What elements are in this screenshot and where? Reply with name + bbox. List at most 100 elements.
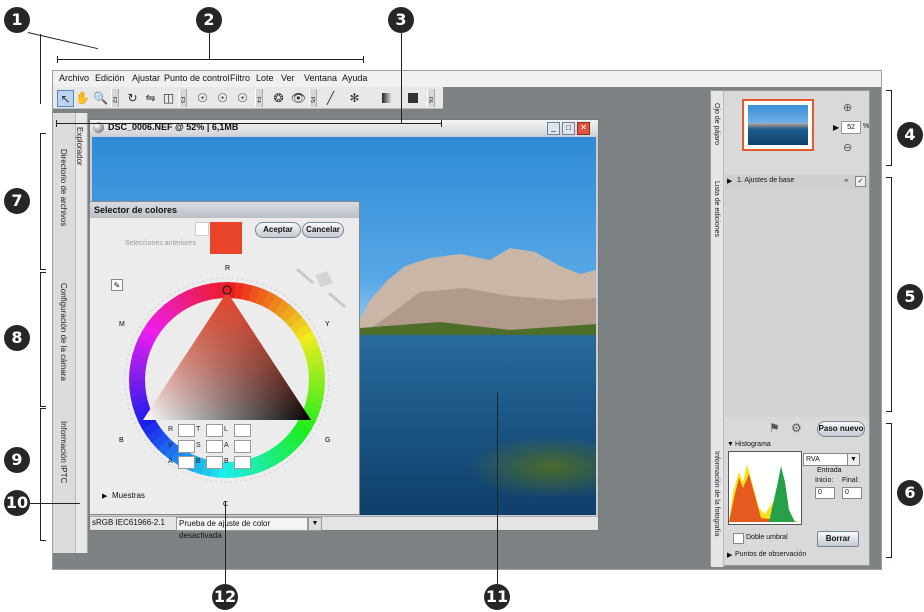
field-v[interactable] <box>178 440 195 453</box>
inicio-field[interactable]: 0 <box>815 487 835 499</box>
color-profile-label: sRGB IEC61966-2.1 <box>92 518 165 527</box>
field-b[interactable] <box>206 456 223 469</box>
threshold-checkbox[interactable] <box>733 533 744 544</box>
straighten-icon[interactable]: ⇋ <box>143 90 158 105</box>
chevron-down-icon[interactable]: ▼ <box>847 453 860 466</box>
field-s[interactable] <box>206 440 223 453</box>
hand-icon[interactable]: ✋ <box>75 90 90 105</box>
hue-segment <box>129 378 146 389</box>
zoom-in-icon[interactable]: ⊕ <box>843 101 852 114</box>
lasso-icon[interactable]: ✻ <box>347 90 362 105</box>
softproof-dropdown[interactable]: Prueba de ajuste de color desactivada <box>176 517 308 540</box>
rotate-icon[interactable]: ↻ <box>125 90 140 105</box>
previous-selections-label: Selecciones anteriores <box>125 240 196 247</box>
color-point-icon[interactable]: ☉ <box>195 90 210 105</box>
neutral-point-icon[interactable]: ❂ <box>271 90 286 105</box>
tab-configuracion-camara[interactable]: Configuración de la cámara <box>59 283 68 381</box>
zoom-out-icon[interactable]: ⊖ <box>843 141 852 154</box>
zoom-unit: % <box>863 123 870 130</box>
bracket-2 <box>57 59 364 60</box>
field-label-b: B <box>196 458 201 465</box>
zoom-icon[interactable]: 🔍 <box>93 90 108 105</box>
step-checkbox[interactable]: ✓ <box>855 176 866 187</box>
maximize-icon[interactable]: □ <box>562 122 575 135</box>
birds-eye-thumbnail[interactable] <box>742 99 814 151</box>
crop-icon[interactable]: ◫ <box>161 90 176 105</box>
callout-11: 11 <box>484 584 510 610</box>
chevron-down-icon[interactable]: ▼ <box>308 517 322 531</box>
previous-color-swatch[interactable] <box>195 222 209 236</box>
field-l[interactable] <box>234 424 251 437</box>
field-b2[interactable] <box>234 456 251 469</box>
field-t[interactable] <box>206 424 223 437</box>
gradient-icon[interactable] <box>379 90 394 105</box>
black-point-icon[interactable]: ☉ <box>235 90 250 105</box>
tab-informacion-iptc[interactable]: Información IPTC <box>59 421 68 483</box>
swatches-toggle[interactable]: Muestras <box>112 491 145 500</box>
toolbar-group-f5[interactable]: F5 <box>309 89 317 107</box>
toolbar-group-f2[interactable]: F2 <box>111 89 119 107</box>
inicio-label: Inicio: <box>815 477 834 484</box>
tab-edit-list[interactable]: Lista de ediciones <box>713 181 720 237</box>
tab-directorio-archivos[interactable]: Directorio de archivos <box>59 149 68 226</box>
toolbar-group-f6[interactable]: F6 <box>427 89 435 107</box>
bracket-7 <box>40 133 41 269</box>
new-step-button[interactable]: Paso nuevo <box>817 421 865 437</box>
menu-edicion[interactable]: Edición <box>95 73 125 83</box>
minimize-icon[interactable]: _ <box>547 122 560 135</box>
wheel-label-g: G <box>325 437 330 444</box>
zoom-field[interactable]: 52 <box>841 121 861 134</box>
color-wheel[interactable]: R Y G C B M <box>105 262 350 507</box>
fill-icon[interactable] <box>405 90 420 105</box>
accept-button[interactable]: Aceptar <box>255 222 301 238</box>
tab-explorador[interactable]: Explorador <box>75 127 84 166</box>
callout-1: 1 <box>4 7 30 33</box>
close-icon[interactable]: ✕ <box>577 122 590 135</box>
toolbar-group-f4[interactable]: F4 <box>255 89 263 107</box>
tab-photo-info[interactable]: Información de la fotografía <box>713 451 720 536</box>
chevron-down-icon[interactable]: ▼ <box>727 441 734 448</box>
white-point-icon[interactable]: ☉ <box>215 90 230 105</box>
field-a[interactable] <box>234 440 251 453</box>
gear-icon[interactable]: ⚙ <box>791 421 802 435</box>
menu-punto-control[interactable]: Punto de control <box>164 73 230 83</box>
clear-button[interactable]: Borrar <box>817 531 859 547</box>
select-arrow-icon[interactable]: ↖ <box>57 90 74 107</box>
color-picker-titlebar[interactable]: Selector de colores <box>90 202 359 218</box>
menu-filtro[interactable]: Filtro <box>230 73 250 83</box>
menu-lote[interactable]: Lote <box>256 73 274 83</box>
tab-birds-eye[interactable]: Ojo de pájaro <box>713 103 720 145</box>
menu-ver[interactable]: Ver <box>281 73 295 83</box>
field-label-s: S <box>196 442 201 449</box>
leader-line-1b <box>40 34 41 104</box>
callout-2: 2 <box>196 7 222 33</box>
callout-12: 12 <box>212 584 238 610</box>
triangle-right-icon: ▶ <box>727 178 733 185</box>
menu-ventana[interactable]: Ventana <box>304 73 337 83</box>
link-icon[interactable]: ⚭ <box>843 176 850 185</box>
cancel-button[interactable]: Cancelar <box>302 222 344 238</box>
leader-line-12 <box>225 501 226 584</box>
leader-line-10 <box>30 503 80 504</box>
wheel-label-b: B <box>119 437 124 444</box>
zoom-slider-icon[interactable]: ▶ <box>833 123 839 132</box>
edit-step-row[interactable]: ▶ 1. Ajustes de base ⚭ ✓ <box>725 175 869 190</box>
menu-archivo[interactable]: Archivo <box>59 73 89 83</box>
channel-select[interactable]: RVA <box>803 453 849 466</box>
final-field[interactable]: 0 <box>842 487 862 499</box>
histogram-label: Histograma <box>735 441 771 448</box>
red-eye-icon[interactable]: 👁 <box>291 90 306 105</box>
field-r[interactable] <box>178 424 195 437</box>
triangle-right-icon[interactable]: ▶ <box>102 492 107 500</box>
threshold-label: Doble umbral <box>746 534 788 541</box>
brush-icon[interactable]: ╱ <box>323 90 338 105</box>
menu-ajustar[interactable]: Ajustar <box>132 73 160 83</box>
toolbar-group-f3[interactable]: F3 <box>179 89 187 107</box>
bracket-6 <box>891 423 892 557</box>
menu-ayuda[interactable]: Ayuda <box>342 73 367 83</box>
triangle-right-icon[interactable]: ▶ <box>727 551 732 559</box>
entrada-label: Entrada <box>817 467 842 474</box>
base-adjust-label: 1. Ajustes de base <box>737 177 795 184</box>
step-tool-icon[interactable]: ⚑ <box>769 421 780 435</box>
field-a2[interactable] <box>178 456 195 469</box>
